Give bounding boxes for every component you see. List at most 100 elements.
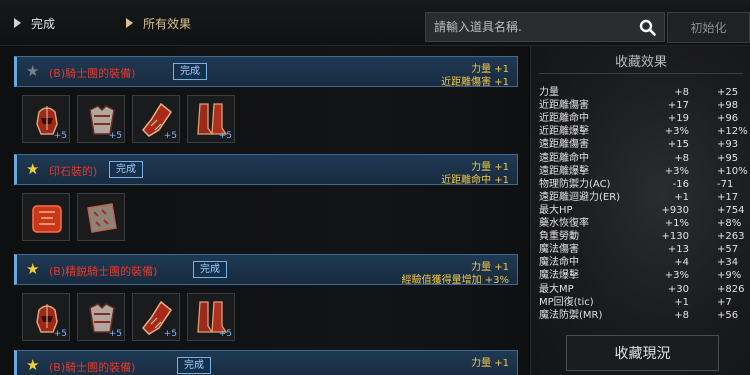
- rune-stone-icon: [87, 203, 117, 233]
- stat-name: 近距離爆擊: [539, 126, 589, 138]
- stat-name: 遠距離迴避力(ER): [539, 191, 621, 203]
- completed-badge: 完成: [173, 63, 207, 80]
- item-slot[interactable]: +5: [132, 95, 180, 143]
- stat-row: 魔法防禦(MR) +8 +56: [539, 309, 750, 322]
- collection-status-button[interactable]: 收藏現況: [566, 335, 719, 371]
- stat-row: 力量 +8 +25: [539, 86, 750, 99]
- stat-total: -71: [717, 178, 734, 190]
- stat-value: +3%: [664, 270, 689, 282]
- stat-value: -16: [672, 178, 689, 190]
- stat-row: 魔法命中 +4 +34: [539, 256, 750, 269]
- star-icon[interactable]: ★: [26, 64, 39, 79]
- stat-value: +930: [661, 204, 689, 216]
- stat-row: 藥水恢復率 +1% +8%: [539, 217, 750, 230]
- stat-name: 近距離傷害: [539, 100, 589, 112]
- item-row: +5 +5 +5 +5: [14, 95, 518, 149]
- triangle-icon: [126, 18, 133, 28]
- completed-badge: 完成: [177, 357, 211, 374]
- tab-label: 所有效果: [143, 16, 192, 31]
- stat-name: 魔法命中: [539, 257, 579, 269]
- stat-value: +1: [674, 191, 689, 203]
- enchant-level: +5: [163, 131, 177, 141]
- item-slot[interactable]: +5: [77, 293, 125, 341]
- red-seal-icon: [32, 205, 62, 233]
- completed-badge: 完成: [193, 261, 227, 278]
- stat-total: +9%: [717, 270, 742, 282]
- set-effect: 經驗值獲得量增加 +3%: [401, 275, 509, 286]
- set-header[interactable]: ★ (B)騎士團的裝備) 完成 力量 +1 近距離傷害 +1: [14, 56, 518, 88]
- stat-total: +95: [717, 152, 739, 164]
- item-slot[interactable]: [22, 193, 70, 241]
- item-slot[interactable]: +5: [132, 293, 180, 341]
- stat-total: +25: [717, 87, 739, 98]
- stat-total: +98: [717, 100, 739, 112]
- star-icon[interactable]: ★: [26, 358, 39, 373]
- item-slot[interactable]: +5: [187, 95, 235, 143]
- stat-total: +12%: [717, 126, 748, 138]
- enchant-level: +5: [163, 329, 177, 339]
- stat-name: 物理防禦力(AC): [539, 178, 611, 190]
- tab-label: 完成: [31, 16, 56, 31]
- collection-set: ★ (B)騎士團的裝備) 完成 力量 +1 近距離傷害 +1 +5 +5 +5 …: [14, 56, 518, 149]
- stat-row: 魔法爆擊 +3% +9%: [539, 269, 750, 282]
- set-name: (B)精鋭騎士團的裝備): [49, 265, 158, 278]
- item-row: [14, 193, 518, 247]
- stat-name: 魔法爆擊: [539, 270, 579, 282]
- completed-badge: 完成: [109, 161, 143, 178]
- item-slot[interactable]: +5: [187, 293, 235, 341]
- search-box: [425, 12, 665, 42]
- stat-name: 力量: [539, 87, 559, 98]
- stat-total: +57: [717, 244, 739, 256]
- star-icon[interactable]: ★: [26, 162, 39, 177]
- tab-all-effects[interactable]: 所有效果: [126, 0, 191, 46]
- stat-row: 近距離命中 +19 +96: [539, 112, 750, 125]
- stat-name: 魔法傷害: [539, 244, 579, 256]
- item-slot[interactable]: [77, 193, 125, 241]
- item-slot[interactable]: +5: [22, 95, 70, 143]
- stat-row: 魔法傷害 +13 +57: [539, 243, 750, 256]
- stat-value: +8: [674, 309, 689, 321]
- stat-name: 遠距離爆擊: [539, 165, 589, 177]
- stat-row: 遠距離傷害 +15 +93: [539, 138, 750, 151]
- item-slot[interactable]: +5: [22, 293, 70, 341]
- item-row: +5 +5 +5 +5: [14, 293, 518, 347]
- stat-total: +93: [717, 139, 739, 151]
- panel-title: 收藏效果: [614, 55, 667, 70]
- stat-value: +3%: [664, 126, 689, 138]
- collection-effects-panel: 收藏效果 力量 +8 +25 近距離傷害 +17 +98 近距離命中 +19 +96 近距離爆擊 +…: [530, 46, 750, 375]
- item-slot[interactable]: +5: [77, 95, 125, 143]
- stat-name: 最大MP: [539, 283, 574, 295]
- collection-list: ★ (B)騎士團的裝備) 完成 力量 +1 近距離傷害 +1 +5 +5 +5 …: [0, 46, 528, 375]
- stat-name: 魔法防禦(MR): [539, 309, 603, 321]
- search-input[interactable]: [434, 20, 634, 34]
- stat-name: MP回復(tic): [539, 296, 594, 308]
- set-header[interactable]: ★ (B)精鋭騎士團的裝備) 完成 力量 +1 經驗值獲得量增加 +3%: [14, 254, 518, 286]
- stat-value: +19: [667, 113, 689, 125]
- triangle-icon: [14, 18, 21, 28]
- stat-total: +96: [717, 113, 739, 125]
- stat-row: MP回復(tic) +1 +7: [539, 296, 750, 309]
- stat-row: 負重勞動 +130 +263: [539, 230, 750, 243]
- stat-value: +4: [674, 257, 689, 269]
- set-header[interactable]: ★ (B)騎士團的裝備) 完成 力量 +1: [14, 350, 518, 375]
- search-icon[interactable]: [639, 19, 656, 36]
- tab-completed[interactable]: 完成: [14, 0, 55, 46]
- set-header[interactable]: ★ 印石裝的) 完成 力量 +1 近距離命中 +1: [14, 154, 518, 186]
- stat-total: +56: [717, 309, 739, 321]
- set-name: (B)騎士團的裝備): [49, 361, 136, 374]
- stat-name: 遠距離命中: [539, 152, 589, 164]
- star-icon[interactable]: ★: [26, 262, 39, 277]
- divider: [539, 73, 743, 74]
- reset-button[interactable]: 初始化: [667, 12, 750, 43]
- stat-row: 最大HP +930 +754: [539, 204, 750, 217]
- stat-value: +15: [667, 139, 689, 151]
- enchant-level: +5: [53, 329, 67, 339]
- collection-set: ★ (B)騎士團的裝備) 完成 力量 +1: [14, 350, 518, 375]
- set-name: 印石裝的): [49, 165, 98, 178]
- set-name: (B)騎士團的裝備): [49, 67, 136, 80]
- top-bar: 完成 所有效果 初始化: [0, 0, 750, 46]
- stat-value: +1%: [664, 218, 689, 229]
- stat-total: +263: [717, 231, 745, 243]
- stat-row: 近距離傷害 +17 +98: [539, 99, 750, 112]
- set-effect: 近距離傷害 +1: [441, 77, 509, 88]
